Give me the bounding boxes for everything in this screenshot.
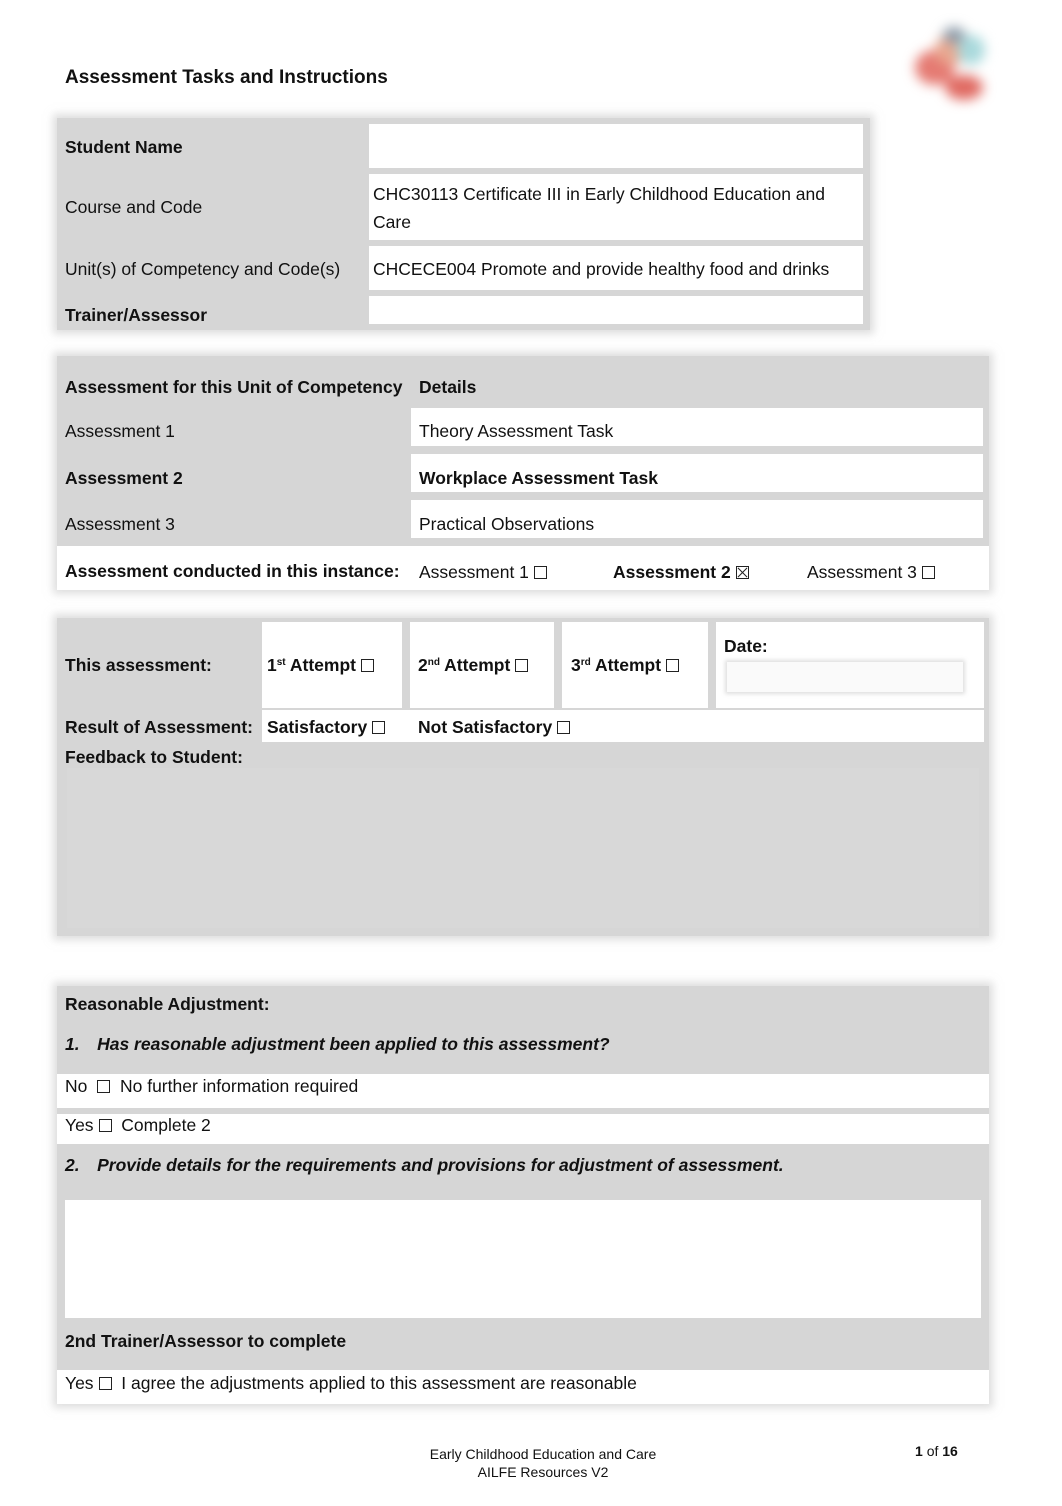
assessment-3-label: Assessment 3 <box>65 514 175 534</box>
page-current: 1 <box>915 1443 923 1459</box>
course-code-label: Course and Code <box>65 197 203 217</box>
conducted-option-1-label: Assessment 1 <box>419 562 529 582</box>
second-trainer-agree-option[interactable]: Yes I agree the adjustments applied to t… <box>65 1372 637 1394</box>
student-name-label: Student Name <box>65 137 183 157</box>
result-satisfactory-checkbox[interactable] <box>372 721 386 734</box>
conducted-option-1[interactable]: Assessment 1 <box>419 561 547 583</box>
assessment-header-col2: Details <box>419 377 477 397</box>
page-title: Assessment Tasks and Instructions <box>65 67 388 88</box>
footer-line-2: AILFE Resources V2 <box>477 1464 609 1480</box>
conducted-option-1-checkbox[interactable] <box>533 566 547 579</box>
attempt-2-num: 2 <box>418 655 428 675</box>
feedback-label: Feedback to Student: <box>65 747 243 767</box>
attempt-3-sup: rd <box>580 657 591 668</box>
conducted-option-3-label: Assessment 3 <box>807 562 917 582</box>
adjustment-title: Reasonable Adjustment: <box>65 994 270 1014</box>
assessment-2-label: Assessment 2 <box>65 468 183 488</box>
footer: Early Childhood Education and Care AILFE… <box>420 1445 666 1481</box>
adjustment-no-label: No <box>65 1076 88 1096</box>
adjustment-table: Reasonable Adjustment: 1. Has reasonable… <box>57 986 989 1404</box>
assessment-table: Assessment for this Unit of Competency D… <box>57 356 989 590</box>
conducted-option-2-label: Assessment 2 <box>613 562 731 582</box>
page-of: of <box>926 1443 939 1459</box>
result-not-satisfactory-checkbox[interactable] <box>557 721 571 734</box>
adjustment-no-checkbox[interactable] <box>97 1080 111 1093</box>
attempt-3[interactable]: 3rd Attempt <box>571 654 680 676</box>
second-trainer-agree-text: I agree the adjustments applied to this … <box>121 1373 637 1393</box>
attempt-3-label: Attempt <box>594 655 662 675</box>
date-field[interactable] <box>727 662 963 692</box>
adjustment-yes-option[interactable]: Yes Complete 2 <box>65 1114 211 1136</box>
assessment-3-detail: Practical Observations <box>419 514 595 534</box>
assessment-header-col1: Assessment for this Unit of Competency <box>65 377 403 397</box>
conducted-option-2-checkbox[interactable] <box>735 566 749 579</box>
adjustment-question-2: 2. Provide details for the requirements … <box>65 1155 784 1175</box>
unit-competency-label: Unit(s) of Competency and Code(s) <box>65 259 341 279</box>
assessment-conducted-label: Assessment conducted in this instance: <box>65 561 400 581</box>
student-name-field[interactable] <box>369 124 863 168</box>
unit-competency-value: CHCECE004 Promote and provide healthy fo… <box>373 259 830 279</box>
result-not-satisfactory-label: Not Satisfactory <box>418 717 553 737</box>
assessment-2-detail: Workplace Assessment Task <box>419 468 658 488</box>
attempt-1[interactable]: 1st Attempt <box>267 654 374 676</box>
assessment-1-detail: Theory Assessment Task <box>419 421 614 441</box>
conducted-option-3[interactable]: Assessment 3 <box>807 561 935 583</box>
adjustment-no-text: No further information required <box>119 1076 359 1096</box>
attempt-1-sup: st <box>276 657 286 668</box>
attempt-2[interactable]: 2nd Attempt <box>418 654 529 676</box>
adjustment-details-field[interactable] <box>65 1200 981 1318</box>
result-satisfactory[interactable]: Satisfactory <box>267 716 386 738</box>
conducted-option-3-checkbox[interactable] <box>921 566 935 579</box>
course-code-value-line1: CHC30113 Certificate III in Early Childh… <box>373 184 826 204</box>
institution-logo-icon <box>895 25 995 103</box>
result-not-satisfactory[interactable]: Not Satisfactory <box>418 716 571 738</box>
attempt-1-num: 1 <box>267 655 277 675</box>
result-label: Result of Assessment: <box>65 717 254 737</box>
page-number: 1 of 16 <box>915 1443 958 1459</box>
trainer-assessor-label: Trainer/Assessor <box>65 305 208 325</box>
conducted-option-2[interactable]: Assessment 2 <box>613 561 749 583</box>
attempt-3-checkbox[interactable] <box>666 659 680 672</box>
course-code-value-line2: Care <box>373 212 411 232</box>
adjustment-no-option[interactable]: No No further information required <box>65 1075 358 1097</box>
attempt-table: This assessment: 1st Attempt 2nd Attempt… <box>57 618 989 936</box>
attempt-2-label: Attempt <box>444 655 511 675</box>
attempt-1-checkbox[interactable] <box>360 659 374 672</box>
date-label: Date: <box>724 636 768 656</box>
feedback-field[interactable] <box>67 768 979 928</box>
adjustment-yes-checkbox[interactable] <box>98 1119 112 1132</box>
this-assessment-label: This assessment: <box>65 655 212 675</box>
assessment-1-label: Assessment 1 <box>65 421 175 441</box>
second-trainer-agree-checkbox[interactable] <box>98 1377 112 1390</box>
attempt-2-sup: nd <box>427 657 440 668</box>
second-trainer-title: 2nd Trainer/Assessor to complete <box>65 1331 347 1351</box>
adjustment-yes-label: Yes <box>65 1115 94 1135</box>
result-satisfactory-label: Satisfactory <box>267 717 368 737</box>
page-total: 16 <box>942 1443 958 1459</box>
footer-line-1: Early Childhood Education and Care <box>429 1446 657 1462</box>
attempt-1-label: Attempt <box>289 655 356 675</box>
attempt-2-checkbox[interactable] <box>515 659 529 672</box>
info-table: Student Name Course and Code CHC30113 Ce… <box>57 118 870 330</box>
trainer-assessor-field[interactable] <box>369 296 863 324</box>
attempt-3-num: 3 <box>571 655 581 675</box>
adjustment-question-1: 1. Has reasonable adjustment been applie… <box>65 1034 610 1054</box>
adjustment-yes-text: Complete 2 <box>121 1115 211 1135</box>
second-trainer-agree-label: Yes <box>65 1373 94 1393</box>
